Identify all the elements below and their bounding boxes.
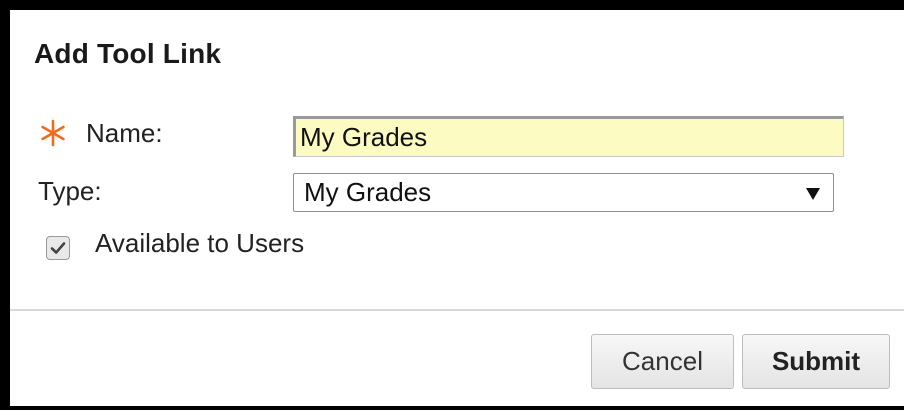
cancel-button[interactable]: Cancel <box>591 334 734 389</box>
checkmark-icon <box>50 242 66 254</box>
footer-divider <box>10 309 904 311</box>
name-label: Name: <box>86 118 163 148</box>
caret-down-icon <box>806 188 820 200</box>
available-to-users-label[interactable]: Available to Users <box>95 228 304 259</box>
submit-button[interactable]: Submit <box>742 334 890 389</box>
type-select[interactable]: My Grades <box>293 173 834 212</box>
available-to-users-checkbox[interactable] <box>46 236 70 260</box>
name-input[interactable] <box>293 116 844 157</box>
required-asterisk-icon <box>41 119 65 147</box>
dialog-title: Add Tool Link <box>34 38 222 69</box>
type-label: Type: <box>38 176 102 206</box>
type-select-value: My Grades <box>304 177 432 207</box>
